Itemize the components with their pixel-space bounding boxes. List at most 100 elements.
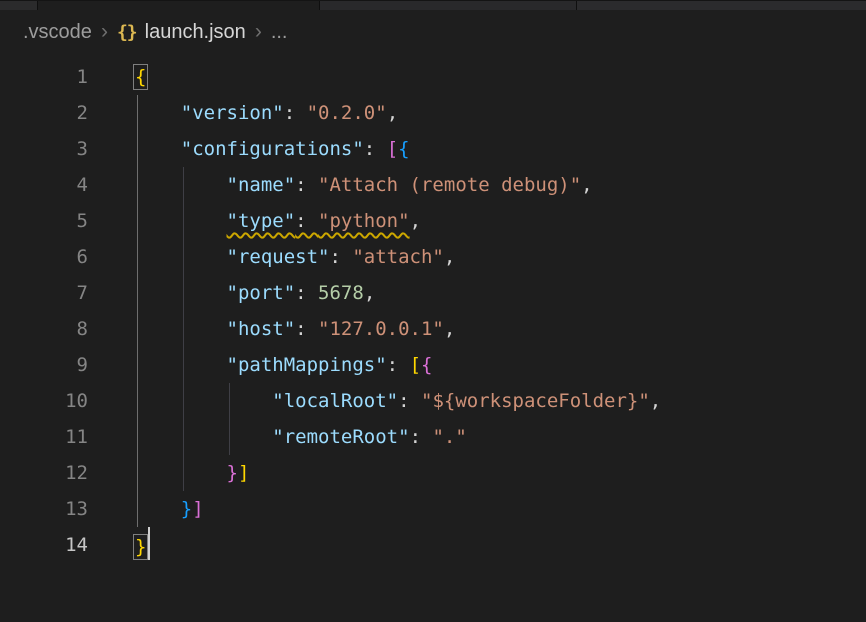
code-token: "Attach (remote debug)" [318, 174, 581, 196]
code-line-9[interactable]: 9 "pathMappings": [{ [0, 347, 866, 383]
breadcrumb-folder[interactable]: .vscode [23, 21, 92, 44]
code-token: { [398, 138, 409, 160]
code-token: : [364, 138, 387, 160]
code-token [135, 210, 227, 232]
code-token: "name" [227, 174, 296, 196]
code-text: "configurations": [{ [135, 131, 410, 167]
active-tab-edge [38, 1, 319, 10]
code-line-12[interactable]: 12 }] [0, 455, 866, 491]
code-token [135, 102, 181, 124]
code-token: "127.0.0.1" [318, 318, 444, 340]
code-token: "python" [318, 210, 410, 232]
line-number: 14 [0, 527, 88, 563]
line-number: 13 [0, 491, 88, 527]
tab-separator [576, 1, 577, 10]
code-token: , [364, 282, 375, 304]
tab-separator [37, 1, 38, 10]
code-line-1[interactable]: 1{ [0, 59, 866, 95]
code-line-8[interactable]: 8 "host": "127.0.0.1", [0, 311, 866, 347]
line-number: 10 [0, 383, 88, 419]
code-token: : [329, 246, 352, 268]
chevron-right-icon: › [255, 20, 262, 44]
code-token: "0.2.0" [307, 102, 387, 124]
line-number: 12 [0, 455, 88, 491]
code-token: : [387, 354, 410, 376]
code-line-10[interactable]: 10 "localRoot": "${workspaceFolder}", [0, 383, 866, 419]
code-token: : [410, 426, 433, 448]
code-text: "remoteRoot": "." [135, 419, 467, 455]
code-token: : [295, 174, 318, 196]
code-token: "type" [227, 210, 296, 232]
code-token: "request" [227, 246, 330, 268]
code-token [135, 354, 227, 376]
code-token [135, 318, 227, 340]
code-line-6[interactable]: 6 "request": "attach", [0, 239, 866, 275]
chevron-right-icon: › [101, 20, 108, 44]
code-line-13[interactable]: 13 }] [0, 491, 866, 527]
code-token: "pathMappings" [227, 354, 387, 376]
tab-edge-mid [320, 1, 576, 10]
line-number: 3 [0, 131, 88, 167]
code-token: : [295, 318, 318, 340]
code-token: : [295, 282, 318, 304]
line-number: 1 [0, 59, 88, 95]
line-number: 11 [0, 419, 88, 455]
tab-bar[interactable] [0, 0, 866, 10]
code-text: "type": "python", [135, 203, 421, 239]
code-line-14[interactable]: 14} [0, 527, 866, 563]
code-token: "port" [227, 282, 296, 304]
code-text: "version": "0.2.0", [135, 95, 398, 131]
tab-edge-right [577, 1, 866, 10]
tab-edge-left [0, 1, 37, 10]
code-token [135, 462, 227, 484]
breadcrumb-file[interactable]: launch.json [145, 21, 246, 44]
code-line-7[interactable]: 7 "port": 5678, [0, 275, 866, 311]
code-token [135, 174, 227, 196]
line-number: 4 [0, 167, 88, 203]
code-token: } [181, 498, 192, 520]
line-number: 6 [0, 239, 88, 275]
code-line-2[interactable]: 2 "version": "0.2.0", [0, 95, 866, 131]
code-text: { [135, 59, 146, 95]
code-text: "pathMappings": [{ [135, 347, 432, 383]
code-token: , [444, 318, 455, 340]
code-token [135, 282, 227, 304]
code-token: "${workspaceFolder}" [421, 390, 650, 412]
breadcrumb-symbol-more[interactable]: ... [271, 21, 288, 44]
code-token: "." [432, 426, 466, 448]
code-token [135, 246, 227, 268]
code-text: "name": "Attach (remote debug)", [135, 167, 593, 203]
code-token [135, 390, 272, 412]
code-text: "host": "127.0.0.1", [135, 311, 455, 347]
code-text: "port": 5678, [135, 275, 375, 311]
code-token: "remoteRoot" [272, 426, 409, 448]
code-line-11[interactable]: 11 "remoteRoot": "." [0, 419, 866, 455]
code-line-4[interactable]: 4 "name": "Attach (remote debug)", [0, 167, 866, 203]
code-token: , [444, 246, 455, 268]
code-line-5[interactable]: 5 "type": "python", [0, 203, 866, 239]
line-number: 2 [0, 95, 88, 131]
code-text: "localRoot": "${workspaceFolder}", [135, 383, 661, 419]
code-token: , [581, 174, 592, 196]
code-token: [ [410, 354, 421, 376]
code-token: { [421, 354, 432, 376]
code-token: ] [238, 462, 249, 484]
breadcrumb: .vscode › {} launch.json › ... [0, 10, 866, 55]
tab-separator [319, 1, 320, 10]
editor[interactable]: 1{2 "version": "0.2.0",3 "configurations… [0, 55, 866, 622]
text-cursor [148, 527, 150, 560]
code-token: "host" [227, 318, 296, 340]
code-token: [ [387, 138, 398, 160]
code-token: : [295, 210, 318, 232]
code-lines: 1{2 "version": "0.2.0",3 "configurations… [0, 59, 866, 563]
code-token: "version" [181, 102, 284, 124]
code-text: } [135, 527, 150, 563]
json-braces-icon: {} [117, 22, 137, 43]
code-token [135, 498, 181, 520]
code-token: , [387, 102, 398, 124]
code-token: ] [192, 498, 203, 520]
code-token [135, 138, 181, 160]
code-line-3[interactable]: 3 "configurations": [{ [0, 131, 866, 167]
line-number: 8 [0, 311, 88, 347]
code-token: "attach" [352, 246, 444, 268]
